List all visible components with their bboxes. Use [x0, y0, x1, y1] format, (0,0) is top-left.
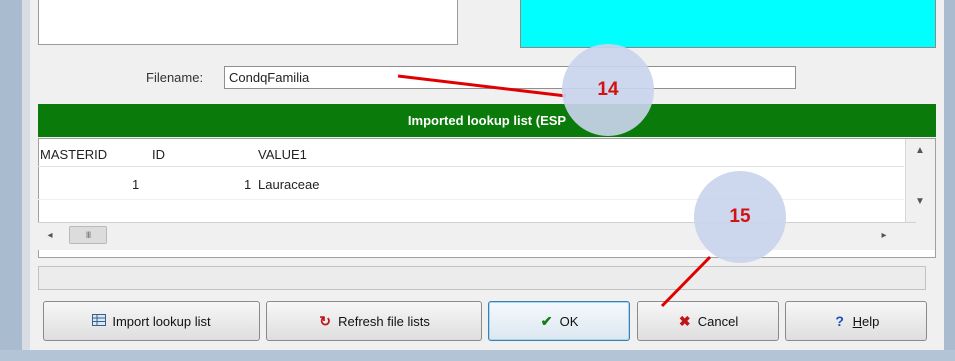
help-label: Help — [852, 313, 880, 329]
column-header-id[interactable]: ID — [152, 146, 165, 164]
scroll-down-arrow-icon[interactable]: ▼ — [910, 196, 930, 207]
refresh-file-lists-button[interactable]: ↻ Refresh file lists — [266, 301, 482, 341]
refresh-icon: ↻ — [319, 313, 331, 329]
import-lookup-list-button[interactable]: Import lookup list — [43, 301, 260, 341]
table-icon — [92, 314, 107, 328]
x-icon: ✖ — [678, 313, 691, 329]
table-cell-id[interactable]: 1 — [244, 176, 251, 194]
header-divider — [38, 166, 904, 167]
ok-label: OK — [559, 313, 579, 329]
scroll-thumb[interactable]: III — [69, 226, 107, 244]
checkmark-icon: ✔ — [540, 313, 553, 329]
ok-button[interactable]: ✔ OK — [488, 301, 630, 341]
column-header-masterid[interactable]: MASTERID — [40, 146, 107, 164]
table-cell-value1[interactable]: Lauraceae — [258, 176, 319, 194]
window-frame-left-inner — [22, 0, 30, 361]
refresh-file-lists-label: Refresh file lists — [338, 313, 430, 329]
scroll-up-arrow-icon[interactable]: ▲ — [910, 145, 930, 156]
annotation-callout-14: 14 — [562, 44, 654, 136]
imported-list-header: Imported lookup list (ESP — [38, 104, 936, 137]
column-header-value1[interactable]: VALUE1 — [258, 146, 307, 164]
window-frame-bottom — [0, 350, 955, 361]
cancel-button[interactable]: ✖ Cancel — [637, 301, 779, 341]
annotation-callout-15: 15 — [694, 171, 786, 263]
help-button[interactable]: ? Help — [785, 301, 927, 341]
window-frame-left — [0, 0, 22, 361]
file-list-box[interactable] — [38, 0, 458, 45]
cancel-label: Cancel — [697, 313, 739, 329]
filename-input[interactable]: CondqFamilia — [224, 66, 796, 89]
preview-panel — [520, 0, 936, 48]
scroll-left-arrow-icon[interactable]: ◂ — [42, 230, 58, 241]
window-frame-right — [944, 0, 955, 361]
filename-label: Filename: — [146, 70, 204, 85]
status-bar — [38, 266, 926, 290]
import-lookup-list-label: Import lookup list — [112, 313, 211, 329]
table-cell-masterid[interactable]: 1 — [132, 176, 139, 194]
question-mark-icon: ? — [835, 313, 844, 329]
scroll-right-arrow-icon[interactable]: ▸ — [876, 230, 892, 241]
